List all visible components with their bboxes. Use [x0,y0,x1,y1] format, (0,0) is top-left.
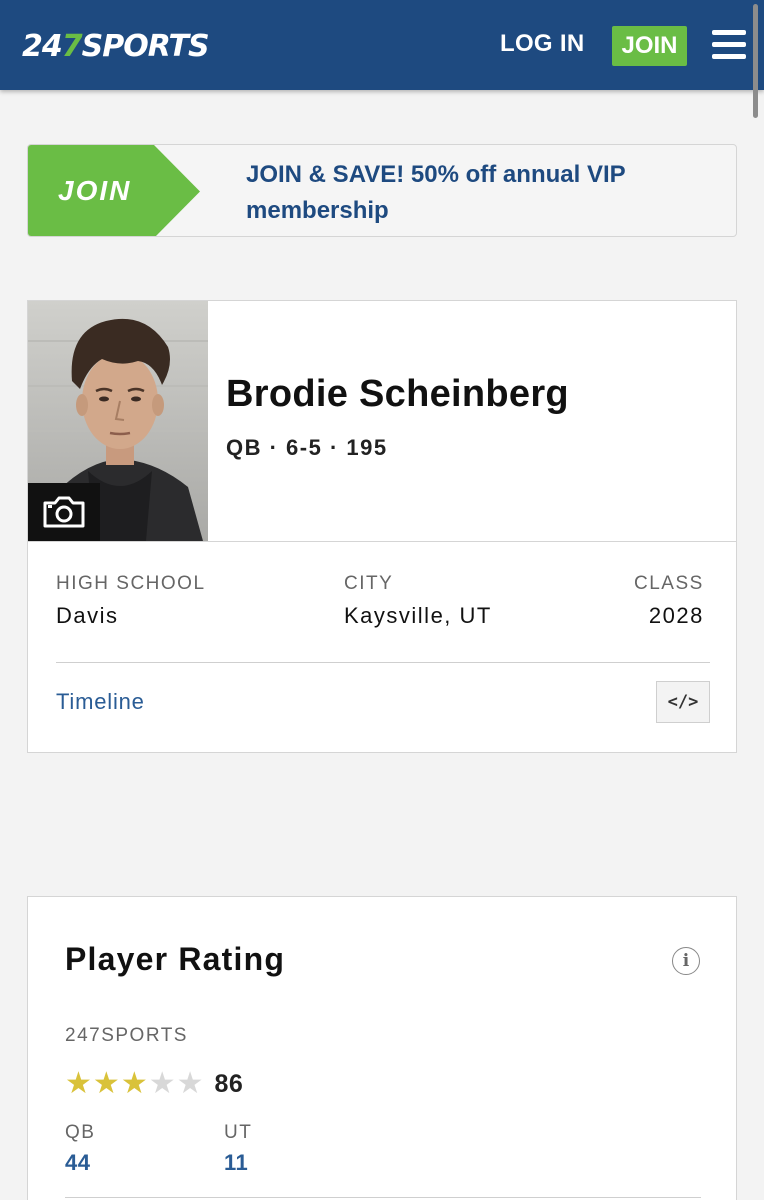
high-school-label: HIGH SCHOOL [56,573,206,594]
state-rank-label: UT [224,1122,253,1143]
position-rank-value[interactable]: 44 [65,1150,95,1176]
state-rank-value[interactable]: 11 [224,1150,252,1176]
promo-text[interactable]: JOIN & SAVE! 50% off annual VIP membersh… [246,157,666,229]
class-info: CLASS 2028 [634,573,704,629]
logo-seven: 7 [61,28,83,64]
state-rank[interactable]: UT 11 [224,1122,252,1176]
player-name: Brodie Scheinberg [226,373,569,415]
player-photo[interactable] [28,301,208,541]
player-rating-card: Player Rating i 247SPORTS ★ ★ ★ ★ ★ 86 Q… [27,896,737,1200]
scrollbar[interactable] [753,4,758,118]
divider [56,662,710,663]
site-header: 24 7 SPORTS LOG IN JOIN [0,0,764,90]
join-button[interactable]: JOIN [612,26,687,66]
position-rank-label: QB [65,1122,96,1143]
star-icon-filled: ★ [120,1067,148,1100]
star-icon-empty: ★ [148,1067,176,1100]
class-label: CLASS [634,573,704,594]
login-link[interactable]: LOG IN [500,30,584,58]
menu-icon[interactable] [712,30,746,60]
star-icon-filled: ★ [65,1067,92,1100]
rating-score: 86 [214,1069,244,1098]
code-icon: </> [667,692,699,712]
divider [65,1197,701,1198]
promo-tag: JOIN [28,145,200,236]
star-rating: ★ ★ ★ ★ ★ 86 [65,1069,243,1099]
site-logo[interactable]: 24 7 SPORTS [22,24,210,68]
player-position-height-weight: QB · 6-5 · 195 [226,435,388,460]
camera-icon [43,496,85,528]
rating-title: Player Rating [65,941,286,977]
info-icon[interactable]: i [672,947,700,975]
high-school-info: HIGH SCHOOL Davis [56,573,206,629]
divider [28,541,736,542]
class-value: 2028 [648,603,704,628]
logo-number-part: 24 [22,28,63,64]
rating-source-label: 247SPORTS [65,1025,188,1046]
city-value: Kaysville, UT [344,603,492,628]
position-rank[interactable]: QB 44 [65,1122,95,1176]
star-icon-filled: ★ [92,1067,120,1100]
star-icon-empty: ★ [176,1067,204,1100]
embed-code-button[interactable]: </> [656,681,710,723]
city-label: CITY [344,573,394,594]
logo-word: SPORTS [81,28,210,64]
camera-button[interactable] [28,483,100,541]
promo-tag-label: JOIN [58,175,132,206]
timeline-link[interactable]: Timeline [56,689,145,715]
high-school-value: Davis [56,603,119,628]
city-info: CITY Kaysville, UT [344,573,492,629]
join-promo-banner[interactable]: JOIN JOIN & SAVE! 50% off annual VIP mem… [27,144,737,237]
player-card: Brodie Scheinberg QB · 6-5 · 195 HIGH SC… [27,300,737,753]
